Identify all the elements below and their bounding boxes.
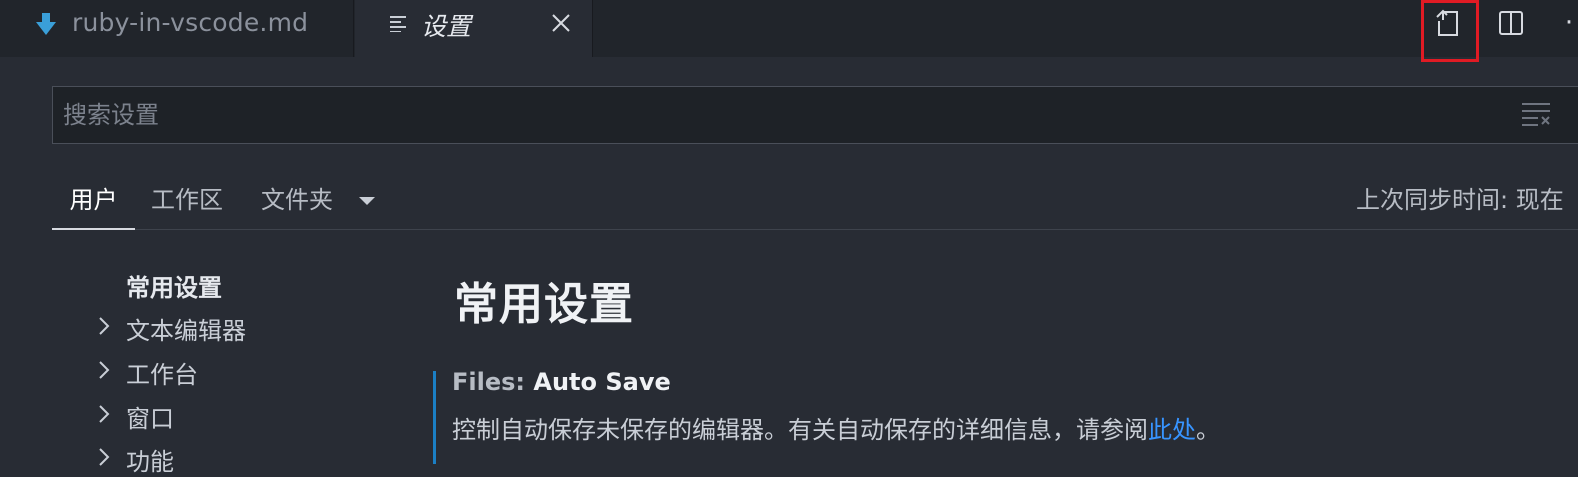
active-tab-underline [52, 228, 135, 230]
toc-item-features[interactable]: 功能 [126, 442, 174, 477]
settings-content: 常用设置 Files: Auto Save 控制自动保存未保存的编辑器。有关自动… [420, 262, 1578, 464]
setting-focus-bar [433, 371, 436, 464]
setting-name: Auto Save [533, 368, 671, 396]
toc-item-window[interactable]: 窗口 [126, 399, 174, 434]
settings-toc: 常用设置 文本编辑器 工作台 窗口 功能 [0, 262, 420, 476]
split-editor-icon [1499, 11, 1523, 35]
setting-title: Files: Auto Save [452, 368, 671, 396]
toc-item-common[interactable]: 常用设置 [126, 268, 222, 303]
chevron-right-icon[interactable] [97, 447, 111, 467]
tab-user[interactable]: 用户 [52, 180, 135, 228]
search-box [52, 86, 1578, 144]
tab-workspace[interactable]: 工作区 [151, 180, 223, 228]
settings-list-icon [390, 16, 406, 32]
setting-category: Files: [452, 368, 534, 396]
chevron-down-icon[interactable] [357, 195, 377, 207]
editor-tab-bar: ruby-in-vscode.md 设置 · [0, 0, 1578, 62]
section-title: 常用设置 [454, 279, 634, 330]
sync-status: 上次同步时间: 现在 [1356, 186, 1564, 214]
tab-folder[interactable]: 文件夹 [261, 180, 333, 228]
toc-item-workbench[interactable]: 工作台 [126, 355, 198, 390]
setting-doc-link[interactable]: 此处 [1148, 416, 1196, 444]
chevron-right-icon[interactable] [97, 404, 111, 424]
tab-label: 设置 [421, 12, 472, 41]
tab-ruby-in-vscode[interactable]: ruby-in-vscode.md [5, 0, 354, 57]
tab-label: ruby-in-vscode.md [72, 8, 309, 37]
settings-scope-tabs: 用户 工作区 文件夹 上次同步时间: 现在 [52, 170, 1578, 230]
search-input[interactable] [63, 87, 1503, 143]
close-icon[interactable] [551, 13, 571, 33]
setting-description: 控制自动保存未保存的编辑器。有关自动保存的详细信息，请参阅此处。 [452, 410, 1220, 445]
chevron-right-icon[interactable] [97, 360, 111, 380]
tab-settings[interactable]: 设置 [355, 0, 593, 57]
toc-item-text-editor[interactable]: 文本编辑器 [126, 311, 246, 346]
open-settings-json-button[interactable] [1432, 6, 1466, 40]
markdown-download-icon [36, 13, 56, 35]
more-actions-button[interactable]: · [1552, 6, 1578, 40]
open-settings-json-icon [1436, 9, 1458, 36]
setting-description-suffix: 。 [1196, 416, 1220, 444]
more-actions-icon: · [1564, 8, 1574, 38]
setting-description-text: 控制自动保存未保存的编辑器。有关自动保存的详细信息，请参阅 [452, 416, 1148, 444]
clear-filter-icon[interactable] [1521, 101, 1551, 127]
chevron-right-icon[interactable] [97, 316, 111, 336]
split-editor-button[interactable] [1494, 6, 1528, 40]
